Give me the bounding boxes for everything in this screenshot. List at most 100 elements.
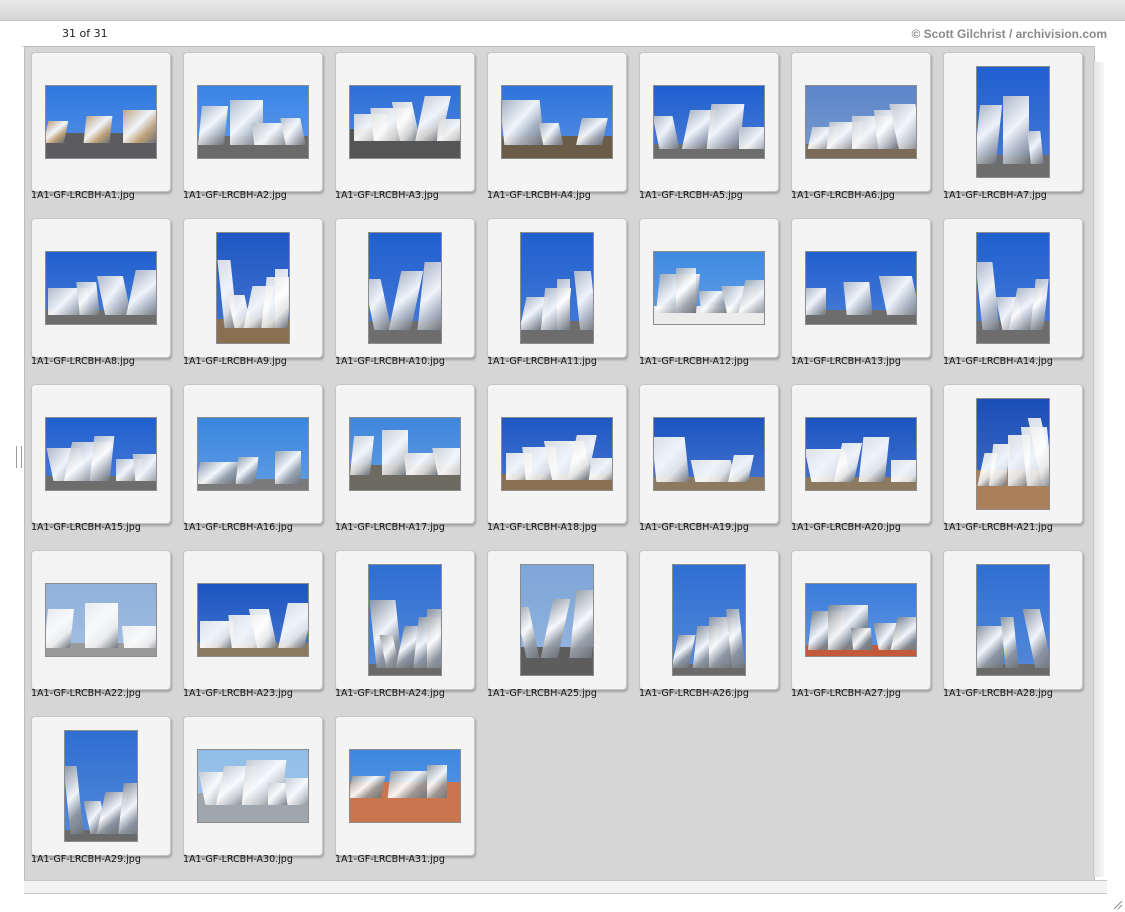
thumbnail-image[interactable] [653, 85, 765, 159]
thumbnail-tile[interactable]: 1A1-GF-LRCBH-A8.jpg [25, 213, 177, 379]
thumbnail-tile[interactable]: 1A1-GF-LRCBH-A19.jpg [633, 379, 785, 545]
thumbnail-card[interactable] [335, 716, 475, 856]
thumbnail-tile[interactable]: 1A1-GF-LRCBH-A14.jpg [937, 213, 1089, 379]
thumbnail-tile[interactable]: 1A1-GF-LRCBH-A13.jpg [785, 213, 937, 379]
window-resize-grip-icon[interactable] [1111, 898, 1123, 910]
thumbnail-image[interactable] [501, 417, 613, 491]
thumbnail-tile[interactable]: 1A1-GF-LRCBH-A18.jpg [481, 379, 633, 545]
thumbnail-tile[interactable]: 1A1-GF-LRCBH-A17.jpg [329, 379, 481, 545]
result-count-bar: 31 of 31 [22, 22, 749, 47]
thumbnail-card[interactable] [335, 550, 475, 690]
thumbnail-card[interactable] [487, 52, 627, 192]
thumbnail-image[interactable] [368, 564, 442, 676]
thumbnail-tile[interactable]: 1A1-GF-LRCBH-A24.jpg [329, 545, 481, 711]
thumbnail-image[interactable] [805, 85, 917, 159]
thumbnail-image[interactable] [653, 417, 765, 491]
thumbnail-image[interactable] [976, 398, 1050, 510]
thumbnail-card[interactable] [183, 384, 323, 524]
thumbnail-image[interactable] [653, 251, 765, 325]
window-title-bar [0, 0, 1125, 21]
thumbnail-image[interactable] [64, 730, 138, 842]
thumbnail-card[interactable] [487, 384, 627, 524]
thumbnail-tile[interactable]: 1A1-GF-LRCBH-A21.jpg [937, 379, 1089, 545]
thumbnail-image[interactable] [197, 749, 309, 823]
thumbnail-tile[interactable]: 1A1-GF-LRCBH-A31.jpg [329, 711, 481, 877]
thumbnail-card[interactable] [31, 550, 171, 690]
thumbnail-image[interactable] [501, 85, 613, 159]
thumbnail-tile[interactable]: 1A1-GF-LRCBH-A26.jpg [633, 545, 785, 711]
thumbnail-card[interactable] [335, 52, 475, 192]
thumbnail-card[interactable] [335, 384, 475, 524]
thumbnail-image[interactable] [349, 749, 461, 823]
thumbnail-image[interactable] [520, 564, 594, 676]
thumbnail-card[interactable] [31, 384, 171, 524]
thumbnail-image[interactable] [805, 417, 917, 491]
thumbnail-card[interactable] [183, 550, 323, 690]
thumbnail-image[interactable] [349, 417, 461, 491]
thumbnail-tile[interactable]: 1A1-GF-LRCBH-A25.jpg [481, 545, 633, 711]
thumbnail-image[interactable] [197, 85, 309, 159]
thumbnail-tile[interactable]: 1A1-GF-LRCBH-A12.jpg [633, 213, 785, 379]
thumbnail-card[interactable] [639, 52, 779, 192]
thumbnail-tile[interactable]: 1A1-GF-LRCBH-A10.jpg [329, 213, 481, 379]
thumbnail-card[interactable] [31, 716, 171, 856]
thumbnail-card[interactable] [487, 550, 627, 690]
grid-scroll-edge[interactable] [1093, 62, 1104, 877]
thumbnail-tile[interactable]: 1A1-GF-LRCBH-A27.jpg [785, 545, 937, 711]
thumbnail-image[interactable] [197, 583, 309, 657]
thumbnail-tile[interactable]: 1A1-GF-LRCBH-A29.jpg [25, 711, 177, 877]
thumbnail-card[interactable] [791, 384, 931, 524]
thumbnail-card[interactable] [31, 52, 171, 192]
thumbnail-card[interactable] [943, 384, 1083, 524]
thumbnail-card[interactable] [31, 218, 171, 358]
thumbnail-image[interactable] [45, 583, 157, 657]
thumbnail-card[interactable] [791, 52, 931, 192]
thumbnail-image[interactable] [672, 564, 746, 676]
thumbnail-tile[interactable]: 1A1-GF-LRCBH-A5.jpg [633, 47, 785, 213]
thumbnail-tile[interactable]: 1A1-GF-LRCBH-A7.jpg [937, 47, 1089, 213]
thumbnail-card[interactable] [791, 218, 931, 358]
thumbnail-image[interactable] [976, 564, 1050, 676]
thumbnail-card[interactable] [183, 716, 323, 856]
thumbnail-image[interactable] [45, 251, 157, 325]
thumbnail-tile[interactable]: 1A1-GF-LRCBH-A6.jpg [785, 47, 937, 213]
thumbnail-tile[interactable]: 1A1-GF-LRCBH-A4.jpg [481, 47, 633, 213]
thumbnail-tile[interactable]: 1A1-GF-LRCBH-A20.jpg [785, 379, 937, 545]
thumbnail-tile[interactable]: 1A1-GF-LRCBH-A16.jpg [177, 379, 329, 545]
thumbnail-tile[interactable]: 1A1-GF-LRCBH-A3.jpg [329, 47, 481, 213]
thumbnail-filename: 1A1-GF-LRCBH-A4.jpg [487, 190, 591, 201]
panel-resize-handle[interactable] [16, 446, 22, 468]
thumbnail-image[interactable] [805, 583, 917, 657]
thumbnail-image[interactable] [45, 85, 157, 159]
thumbnail-card[interactable] [943, 52, 1083, 192]
thumbnail-image[interactable] [45, 417, 157, 491]
thumbnail-card[interactable] [335, 218, 475, 358]
thumbnail-card[interactable] [639, 218, 779, 358]
thumbnail-card[interactable] [183, 52, 323, 192]
thumbnail-image[interactable] [805, 251, 917, 325]
thumbnail-image[interactable] [216, 232, 290, 344]
thumbnail-tile[interactable]: 1A1-GF-LRCBH-A11.jpg [481, 213, 633, 379]
thumbnail-card[interactable] [639, 384, 779, 524]
thumbnail-card[interactable] [639, 550, 779, 690]
thumbnail-tile[interactable]: 1A1-GF-LRCBH-A1.jpg [25, 47, 177, 213]
thumbnail-tile[interactable]: 1A1-GF-LRCBH-A28.jpg [937, 545, 1089, 711]
thumbnail-card[interactable] [943, 218, 1083, 358]
thumbnail-tile[interactable]: 1A1-GF-LRCBH-A30.jpg [177, 711, 329, 877]
thumbnail-card[interactable] [487, 218, 627, 358]
thumbnail-image[interactable] [197, 417, 309, 491]
thumbnail-card[interactable] [183, 218, 323, 358]
thumbnail-card[interactable] [791, 550, 931, 690]
thumbnail-tile[interactable]: 1A1-GF-LRCBH-A23.jpg [177, 545, 329, 711]
thumbnail-image[interactable] [976, 232, 1050, 344]
thumbnail-card[interactable] [943, 550, 1083, 690]
thumbnail-tile[interactable]: 1A1-GF-LRCBH-A9.jpg [177, 213, 329, 379]
thumbnail-tile[interactable]: 1A1-GF-LRCBH-A22.jpg [25, 545, 177, 711]
thumbnail-tile[interactable]: 1A1-GF-LRCBH-A2.jpg [177, 47, 329, 213]
thumbnail-image[interactable] [368, 232, 442, 344]
thumbnail-image[interactable] [349, 85, 461, 159]
thumbnail-tile[interactable]: 1A1-GF-LRCBH-A15.jpg [25, 379, 177, 545]
thumbnail-filename: 1A1-GF-LRCBH-A11.jpg [487, 356, 597, 367]
thumbnail-image[interactable] [520, 232, 594, 344]
thumbnail-image[interactable] [976, 66, 1050, 178]
